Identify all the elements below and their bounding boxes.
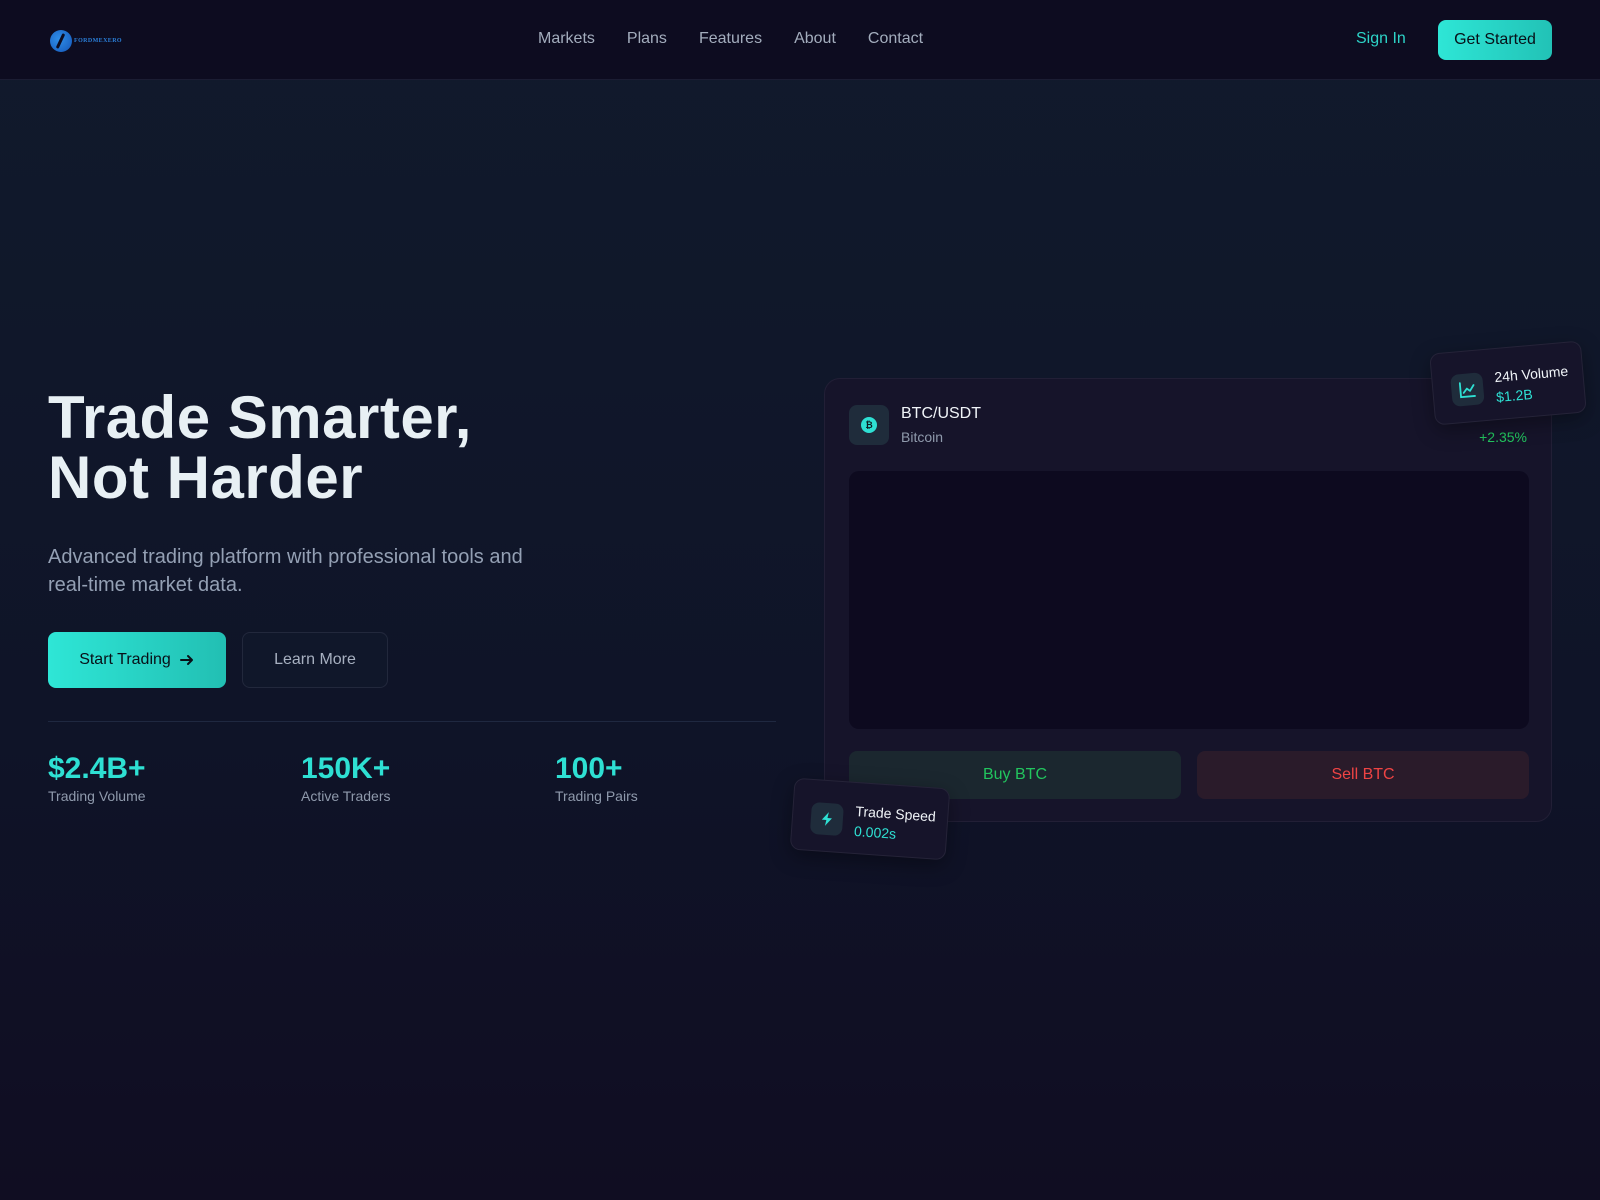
- price-chart-area[interactable]: [849, 471, 1529, 729]
- volume-badge: 24h Volume $1.2B: [1429, 340, 1587, 426]
- learn-more-button[interactable]: Learn More: [242, 632, 388, 688]
- trade-speed-badge: Trade Speed 0.002s: [789, 777, 951, 861]
- pair-symbol: BTC/USDT: [901, 405, 981, 422]
- nav-link-about[interactable]: About: [794, 30, 836, 48]
- coin-icon-wrapper: ₿: [849, 405, 889, 445]
- trading-card: ₿ BTC/USDT Bitcoin +2.35% Buy BTC Sell B…: [824, 378, 1552, 822]
- main-nav: Markets Plans Features About Contact: [538, 30, 923, 48]
- stat-active-traders: 150K+ Active Traders: [301, 752, 390, 804]
- stat-value: $2.4B+: [48, 752, 146, 785]
- chart-line-icon: [1450, 372, 1485, 407]
- volume-badge-title: 24h Volume: [1493, 362, 1569, 386]
- pair-name: Bitcoin: [901, 429, 944, 445]
- stat-trading-volume: $2.4B+ Trading Volume: [48, 752, 146, 804]
- nav-link-markets[interactable]: Markets: [538, 30, 595, 48]
- trade-speed-title: Trade Speed: [854, 802, 937, 825]
- start-trading-label: Start Trading: [79, 651, 171, 668]
- stat-value: 150K+: [301, 752, 391, 785]
- price-change: +2.35%: [1479, 429, 1527, 445]
- logo-text: FORDMEXERO: [74, 38, 122, 44]
- sell-btc-button[interactable]: Sell BTC: [1197, 751, 1529, 799]
- get-started-button[interactable]: Get Started: [1438, 20, 1552, 60]
- nav-link-plans[interactable]: Plans: [627, 30, 667, 48]
- bitcoin-icon: ₿: [861, 417, 877, 433]
- volume-badge-value: $1.2B: [1495, 385, 1534, 406]
- nav-link-features[interactable]: Features: [699, 30, 762, 48]
- start-trading-button[interactable]: Start Trading: [48, 632, 226, 688]
- arrow-right-icon: [179, 655, 193, 665]
- lightning-icon: [809, 801, 844, 837]
- hero-title-line-1: Trade Smarter,: [48, 384, 472, 451]
- stat-label: Trading Pairs: [555, 788, 638, 804]
- logo-icon: [50, 30, 72, 52]
- stat-label: Active Traders: [301, 788, 391, 804]
- sign-in-link[interactable]: Sign In: [1356, 30, 1406, 48]
- stat-label: Trading Volume: [48, 788, 146, 804]
- hero-subtitle: Advanced trading platform with professio…: [48, 546, 523, 596]
- stat-trading-pairs: 100+ Trading Pairs: [555, 752, 638, 804]
- hero-title: Trade Smarter, Not Harder: [48, 388, 472, 508]
- trade-speed-value: 0.002s: [853, 822, 897, 842]
- stats-divider: [48, 721, 776, 722]
- nav-link-contact[interactable]: Contact: [868, 30, 923, 48]
- hero-title-line-2: Not Harder: [48, 444, 364, 511]
- stat-value: 100+: [555, 752, 623, 785]
- brand-logo[interactable]: FORDMEXERO: [50, 28, 122, 54]
- top-navbar: FORDMEXERO Markets Plans Features About …: [0, 0, 1600, 80]
